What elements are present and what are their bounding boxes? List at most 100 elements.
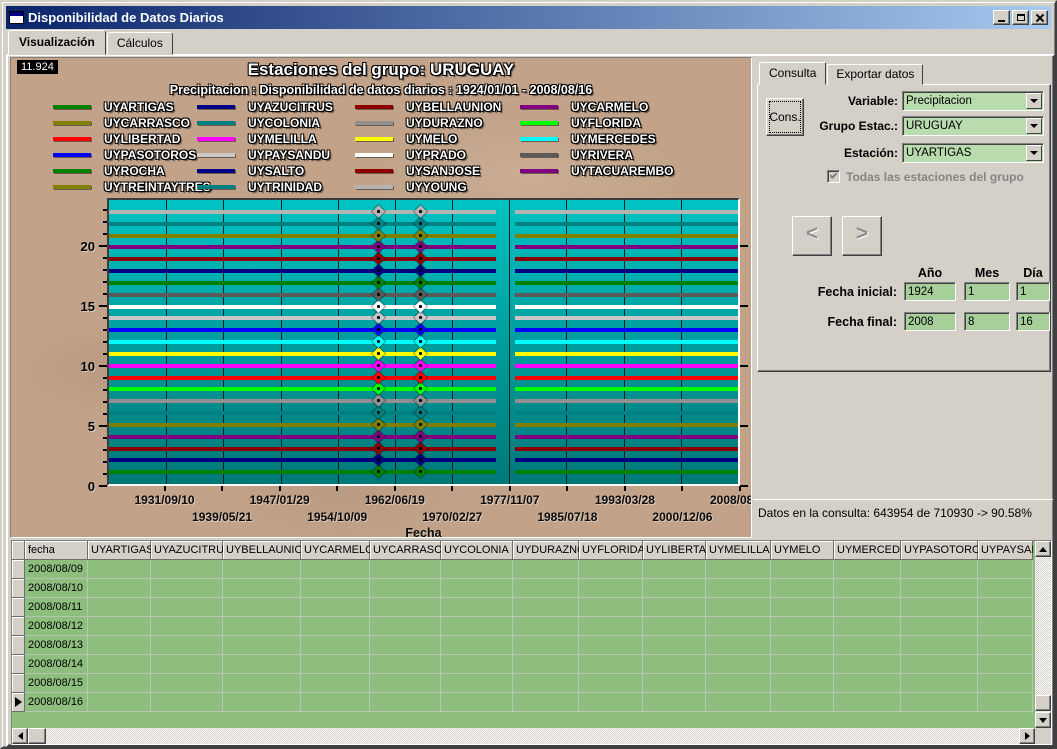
table-cell[interactable]: [771, 560, 834, 579]
table-cell[interactable]: [834, 636, 901, 655]
table-cell[interactable]: [901, 617, 978, 636]
tab-exportar-datos[interactable]: Exportar datos: [827, 64, 923, 85]
fecha-cell[interactable]: 2008/08/15: [25, 674, 88, 693]
table-cell[interactable]: [834, 655, 901, 674]
table-cell[interactable]: [771, 655, 834, 674]
table-cell[interactable]: [579, 674, 643, 693]
table-cell[interactable]: [579, 636, 643, 655]
fecha-inicial-day-input[interactable]: 1: [1016, 282, 1050, 301]
fecha-cell[interactable]: 2008/08/10: [25, 579, 88, 598]
table-cell[interactable]: [643, 598, 706, 617]
prev-station-button[interactable]: <: [792, 216, 832, 256]
table-cell[interactable]: [834, 674, 901, 693]
fecha-cell[interactable]: 2008/08/14: [25, 655, 88, 674]
table-cell[interactable]: [441, 674, 513, 693]
table-cell[interactable]: [643, 636, 706, 655]
table-cell[interactable]: [834, 579, 901, 598]
table-cell[interactable]: [834, 693, 901, 712]
table-cell[interactable]: [513, 674, 579, 693]
table-cell[interactable]: [771, 636, 834, 655]
table-cell[interactable]: [771, 693, 834, 712]
table-cell[interactable]: [301, 617, 370, 636]
table-cell[interactable]: [88, 655, 151, 674]
table-header-cell[interactable]: UYFLORIDA: [579, 541, 643, 560]
table-cell[interactable]: [513, 598, 579, 617]
table-cell[interactable]: [151, 598, 223, 617]
row-selector[interactable]: [12, 560, 25, 579]
scroll-left-button[interactable]: [12, 728, 28, 744]
grupo-dropdown-button[interactable]: [1026, 118, 1042, 134]
table-cell[interactable]: [441, 598, 513, 617]
table-cell[interactable]: [88, 598, 151, 617]
table-cell[interactable]: [771, 674, 834, 693]
table-cell[interactable]: [834, 617, 901, 636]
table-cell[interactable]: [370, 560, 441, 579]
table-cell[interactable]: [513, 636, 579, 655]
table-cell[interactable]: [579, 693, 643, 712]
table-vertical-scrollbar[interactable]: [1035, 541, 1051, 728]
table-cell[interactable]: [978, 674, 1033, 693]
table-cell[interactable]: [978, 560, 1033, 579]
fecha-inicial-month-input[interactable]: 1: [964, 282, 1010, 301]
table-cell[interactable]: [706, 636, 771, 655]
table-cell[interactable]: [301, 655, 370, 674]
table-cell[interactable]: [643, 674, 706, 693]
table-cell[interactable]: [901, 560, 978, 579]
table-cell[interactable]: [978, 617, 1033, 636]
table-cell[interactable]: [223, 655, 301, 674]
table-cell[interactable]: [706, 579, 771, 598]
table-cell[interactable]: [978, 693, 1033, 712]
table-cell[interactable]: [151, 636, 223, 655]
table-cell[interactable]: [978, 655, 1033, 674]
table-cell[interactable]: [151, 674, 223, 693]
table-cell[interactable]: [151, 655, 223, 674]
table-cell[interactable]: [88, 636, 151, 655]
table-cell[interactable]: [643, 560, 706, 579]
table-cell[interactable]: [301, 598, 370, 617]
horizontal-scroll-thumb[interactable]: [28, 728, 46, 744]
scroll-right-button[interactable]: [1019, 728, 1035, 744]
table-header-cell[interactable]: UYCARRASCO: [370, 541, 441, 560]
scroll-down-button[interactable]: [1035, 712, 1051, 728]
table-cell[interactable]: [223, 579, 301, 598]
table-cell[interactable]: [901, 598, 978, 617]
next-station-button[interactable]: >: [842, 216, 882, 256]
row-selector[interactable]: [12, 617, 25, 636]
fecha-final-year-input[interactable]: 2008: [904, 312, 956, 331]
table-cell[interactable]: [223, 560, 301, 579]
table-cell[interactable]: [370, 655, 441, 674]
fecha-cell[interactable]: 2008/08/09: [25, 560, 88, 579]
table-cell[interactable]: [223, 674, 301, 693]
table-cell[interactable]: [301, 693, 370, 712]
table-cell[interactable]: [978, 579, 1033, 598]
fecha-final-day-input[interactable]: 16: [1016, 312, 1050, 331]
row-selector[interactable]: [12, 579, 25, 598]
table-header-cell[interactable]: UYAZUCITRUS: [151, 541, 223, 560]
table-cell[interactable]: [370, 636, 441, 655]
table-cell[interactable]: [834, 598, 901, 617]
table-header-cell[interactable]: UYCARMELO: [301, 541, 370, 560]
fecha-final-month-input[interactable]: 8: [964, 312, 1010, 331]
row-selector[interactable]: [12, 636, 25, 655]
table-cell[interactable]: [513, 617, 579, 636]
table-cell[interactable]: [301, 560, 370, 579]
table-cell[interactable]: [706, 693, 771, 712]
table-cell[interactable]: [151, 617, 223, 636]
table-cell[interactable]: [579, 655, 643, 674]
table-header-cell[interactable]: fecha: [25, 541, 88, 560]
table-header-cell[interactable]: UYBELLAUNION: [223, 541, 301, 560]
table-cell[interactable]: [151, 579, 223, 598]
table-cell[interactable]: [88, 579, 151, 598]
table-cell[interactable]: [579, 560, 643, 579]
row-selector[interactable]: [12, 693, 25, 712]
row-selector[interactable]: [12, 598, 25, 617]
table-cell[interactable]: [901, 674, 978, 693]
table-cell[interactable]: [301, 636, 370, 655]
table-cell[interactable]: [706, 617, 771, 636]
table-cell[interactable]: [441, 693, 513, 712]
table-cell[interactable]: [151, 560, 223, 579]
row-selector[interactable]: [12, 674, 25, 693]
table-cell[interactable]: [706, 598, 771, 617]
table-header-cell[interactable]: UYARTIGAS: [88, 541, 151, 560]
table-cell[interactable]: [370, 617, 441, 636]
